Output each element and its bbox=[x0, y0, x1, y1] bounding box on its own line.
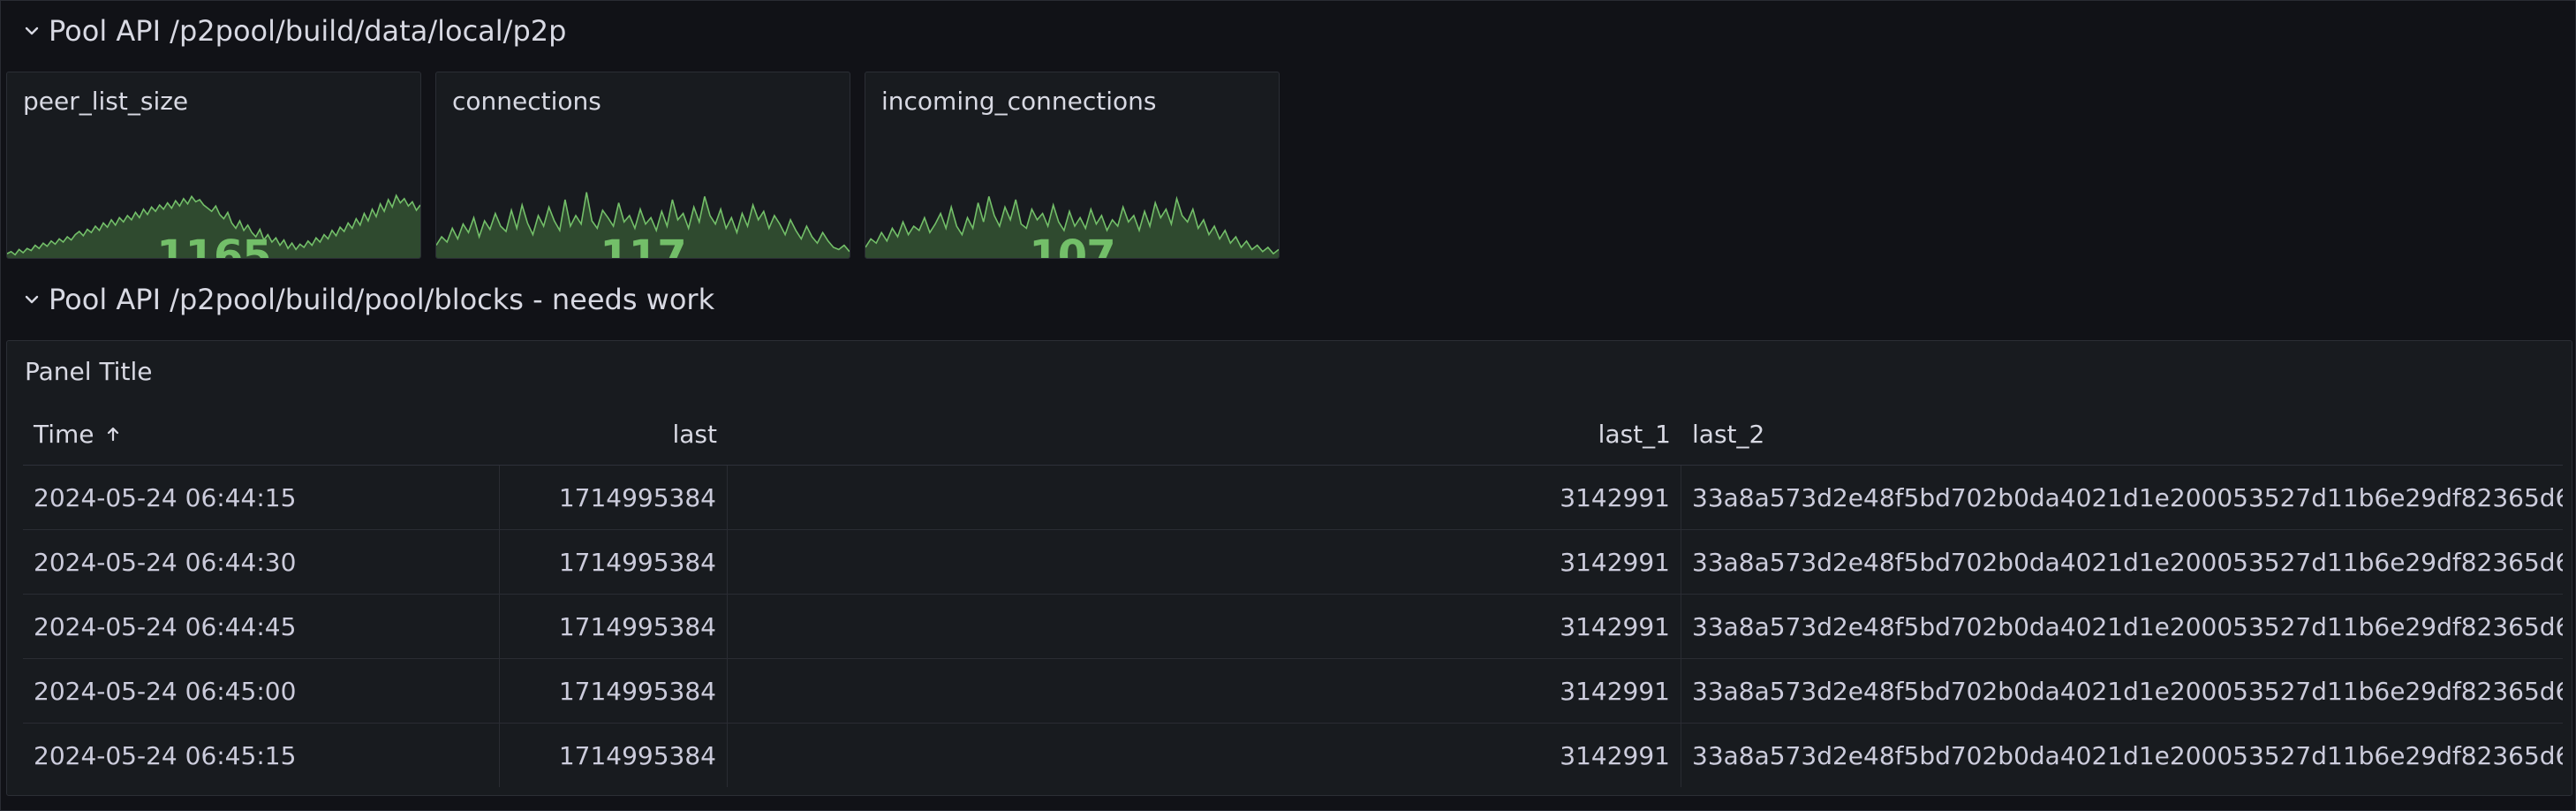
table-row: 2024-05-24 06:44:30 1714995384 3142991 3… bbox=[23, 530, 2563, 595]
panel-title: connections bbox=[452, 87, 601, 116]
cell-time: 2024-05-24 06:44:45 bbox=[23, 595, 500, 658]
stat-value: 117 bbox=[600, 231, 686, 259]
data-table: Time last last_1 last_2 2024-05-24 06:44… bbox=[23, 403, 2563, 787]
cell-last-2: 33a8a573d2e48f5bd702b0da4021d1e200053527… bbox=[1692, 740, 2563, 770]
table-panel[interactable]: Panel Title Time last last_1 last_2 2024… bbox=[6, 340, 2572, 796]
row-title: Pool API /p2pool/build/pool/blocks - nee… bbox=[49, 283, 715, 316]
cell-last-1: 3142991 bbox=[728, 595, 1681, 658]
cell-last-1: 3142991 bbox=[728, 466, 1681, 529]
cell-last: 1714995384 bbox=[500, 466, 728, 529]
column-header-last-2[interactable]: last_2 bbox=[1681, 403, 2563, 465]
table-header: Time last last_1 last_2 bbox=[23, 403, 2563, 466]
stat-panel-peer-list-size[interactable]: peer_list_size 1165 bbox=[6, 72, 421, 259]
cell-time: 2024-05-24 06:45:00 bbox=[23, 659, 500, 723]
stat-value: 107 bbox=[1029, 231, 1115, 259]
stat-panel-incoming-connections[interactable]: incoming_connections 107 bbox=[865, 72, 1280, 259]
row-header-blocks[interactable]: Pool API /p2pool/build/pool/blocks - nee… bbox=[22, 280, 714, 319]
panel-title: incoming_connections bbox=[881, 87, 1157, 116]
cell-last: 1714995384 bbox=[500, 724, 728, 787]
cell-last-2: 33a8a573d2e48f5bd702b0da4021d1e200053527… bbox=[1692, 482, 2563, 512]
stat-panel-connections[interactable]: connections 117 bbox=[435, 72, 850, 259]
cell-last-1: 3142991 bbox=[728, 724, 1681, 787]
table-row: 2024-05-24 06:44:45 1714995384 3142991 3… bbox=[23, 595, 2563, 659]
arrow-up-icon bbox=[107, 427, 118, 442]
cell-last-1: 3142991 bbox=[728, 659, 1681, 723]
cell-time: 2024-05-24 06:45:15 bbox=[23, 724, 500, 787]
cell-last-2: 33a8a573d2e48f5bd702b0da4021d1e200053527… bbox=[1692, 611, 2563, 641]
cell-last: 1714995384 bbox=[500, 595, 728, 658]
panel-title: peer_list_size bbox=[23, 87, 189, 116]
row-title: Pool API /p2pool/build/data/local/p2p bbox=[49, 14, 567, 48]
chevron-down-icon bbox=[25, 27, 39, 35]
cell-time: 2024-05-24 06:44:30 bbox=[23, 530, 500, 594]
stat-value: 1165 bbox=[156, 231, 272, 259]
row-header-p2p[interactable]: Pool API /p2pool/build/data/local/p2p bbox=[22, 11, 566, 50]
chevron-down-icon bbox=[25, 295, 39, 304]
dashboard-frame: Pool API /p2pool/build/data/local/p2p pe… bbox=[0, 0, 2576, 811]
table-row: 2024-05-24 06:44:15 1714995384 3142991 3… bbox=[23, 466, 2563, 530]
cell-last: 1714995384 bbox=[500, 659, 728, 723]
cell-last-1: 3142991 bbox=[728, 530, 1681, 594]
table-row: 2024-05-24 06:45:15 1714995384 3142991 3… bbox=[23, 724, 2563, 787]
column-header-last-1[interactable]: last_1 bbox=[728, 403, 1681, 465]
table-row: 2024-05-24 06:45:00 1714995384 3142991 3… bbox=[23, 659, 2563, 724]
column-header-time[interactable]: Time bbox=[23, 403, 500, 465]
cell-last: 1714995384 bbox=[500, 530, 728, 594]
column-header-last[interactable]: last bbox=[500, 403, 728, 465]
panel-title: Panel Title bbox=[25, 357, 153, 386]
cell-time: 2024-05-24 06:44:15 bbox=[23, 466, 500, 529]
cell-last-2: 33a8a573d2e48f5bd702b0da4021d1e200053527… bbox=[1692, 676, 2563, 706]
cell-last-2: 33a8a573d2e48f5bd702b0da4021d1e200053527… bbox=[1692, 547, 2563, 577]
